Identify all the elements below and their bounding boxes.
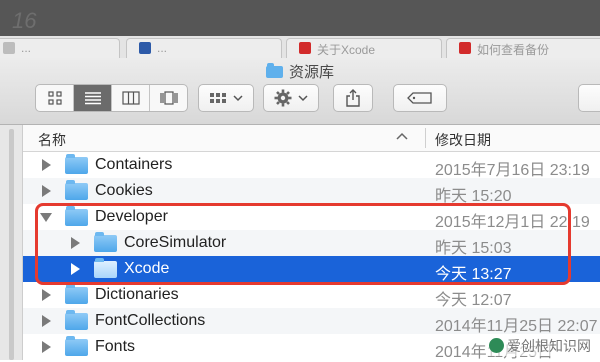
top-bar-mark: 16 xyxy=(12,8,37,33)
tab-favicon-icon xyxy=(3,42,15,54)
list-item-xcode[interactable]: Xcode 今天 13:27 xyxy=(23,256,600,283)
item-date: 2014年11月25日 22:07 xyxy=(435,318,598,335)
column-view-icon xyxy=(121,91,140,105)
item-name: Fonts xyxy=(95,338,136,355)
finder-toolbar: 资源库 xyxy=(0,58,600,125)
tab-favicon-icon xyxy=(139,42,151,54)
icon-view-icon xyxy=(47,91,62,105)
list-view-button[interactable] xyxy=(74,85,112,111)
column-header-date[interactable]: 修改日期 xyxy=(435,130,491,150)
tab-title: 如何查看备份 xyxy=(477,43,550,57)
item-date: 2015年12月1日 22:19 xyxy=(435,214,590,231)
browser-tab-2[interactable]: ... xyxy=(126,38,282,58)
tab-title: ... xyxy=(157,41,168,55)
browser-tab-1[interactable]: ... xyxy=(0,38,120,58)
item-name: Developer xyxy=(95,208,168,225)
sidebar-edge xyxy=(0,125,23,360)
item-name: Dictionaries xyxy=(95,286,179,303)
window-title: 资源库 xyxy=(0,61,600,82)
folder-icon xyxy=(265,63,283,78)
cover-flow-icon xyxy=(159,91,178,105)
folder-icon xyxy=(65,206,88,226)
share-button[interactable] xyxy=(333,84,373,112)
gear-icon xyxy=(274,89,292,107)
tag-icon xyxy=(407,92,432,104)
item-date: 2015年7月16日 23:19 xyxy=(435,162,590,179)
disclosure-triangle-icon[interactable] xyxy=(42,289,51,301)
list-item-fontcollections[interactable]: FontCollections 2014年11月25日 22:07 xyxy=(23,308,600,335)
folder-icon xyxy=(65,284,88,304)
browser-tab-4[interactable]: 如何查看备份 xyxy=(446,38,600,58)
item-name: CoreSimulator xyxy=(124,234,227,251)
column-divider[interactable] xyxy=(425,128,426,148)
window-title-text: 资源库 xyxy=(288,64,334,81)
list-item-dictionaries[interactable]: Dictionaries 今天 12:07 xyxy=(23,282,600,309)
tab-title: ... xyxy=(21,41,32,55)
tab-title: 关于Xcode xyxy=(317,43,376,57)
list-item-containers[interactable]: Containers 2015年7月16日 23:19 xyxy=(23,152,600,179)
column-view-button[interactable] xyxy=(112,85,150,111)
item-date: 昨天 15:20 xyxy=(435,188,512,205)
disclosure-triangle-icon[interactable] xyxy=(42,185,51,197)
grid-menu-icon xyxy=(210,93,226,103)
watermark: 爱创根知识网 xyxy=(486,336,594,356)
column-header-name[interactable]: 名称 xyxy=(38,130,66,150)
disclosure-triangle-icon[interactable] xyxy=(71,237,80,249)
watermark-logo-icon xyxy=(489,338,504,353)
disclosure-triangle-icon[interactable] xyxy=(71,263,80,275)
folder-icon xyxy=(65,154,88,174)
chevron-down-icon xyxy=(233,95,243,102)
cover-flow-button[interactable] xyxy=(150,85,187,111)
folder-icon xyxy=(65,180,88,200)
folder-icon xyxy=(94,232,117,252)
item-date: 今天 12:07 xyxy=(435,292,512,309)
list-item-developer[interactable]: Developer 2015年12月1日 22:19 xyxy=(23,204,600,231)
view-mode-control xyxy=(35,84,188,112)
share-icon xyxy=(346,89,360,107)
folder-icon xyxy=(94,258,117,278)
list-view-icon xyxy=(84,92,101,105)
item-name: Xcode xyxy=(124,260,170,277)
arrange-button[interactable] xyxy=(198,84,254,112)
folder-icon xyxy=(65,336,88,356)
disclosure-triangle-expanded-icon[interactable] xyxy=(40,213,52,222)
icon-view-button[interactable] xyxy=(36,85,74,111)
item-date: 今天 13:27 xyxy=(435,266,512,283)
browser-tab-3[interactable]: 关于Xcode xyxy=(286,38,442,58)
item-name: Containers xyxy=(95,156,173,173)
top-bar: 16 xyxy=(0,0,600,36)
sidebar-scroll-strip[interactable] xyxy=(9,129,14,360)
tab-favicon-icon xyxy=(459,42,471,54)
tag-button[interactable] xyxy=(393,84,447,112)
list-item-cookies[interactable]: Cookies 昨天 15:20 xyxy=(23,178,600,205)
list-item-coresimulator[interactable]: CoreSimulator 昨天 15:03 xyxy=(23,230,600,257)
item-name: FontCollections xyxy=(95,312,206,329)
chevron-down-icon xyxy=(298,95,308,102)
folder-icon xyxy=(65,310,88,330)
browser-tab-strip: ... ... 关于Xcode 如何查看备份 xyxy=(0,36,600,59)
watermark-text: 爱创根知识网 xyxy=(507,338,591,354)
disclosure-triangle-icon[interactable] xyxy=(42,315,51,327)
disclosure-triangle-icon[interactable] xyxy=(42,341,51,353)
search-field[interactable] xyxy=(578,84,600,112)
disclosure-triangle-icon[interactable] xyxy=(42,159,51,171)
list-column-header: 名称 修改日期 xyxy=(23,125,600,152)
item-date: 昨天 15:03 xyxy=(435,240,512,257)
action-button[interactable] xyxy=(263,84,319,112)
sort-ascending-icon[interactable] xyxy=(396,128,408,143)
tab-favicon-icon xyxy=(299,42,311,54)
item-name: Cookies xyxy=(95,182,153,199)
